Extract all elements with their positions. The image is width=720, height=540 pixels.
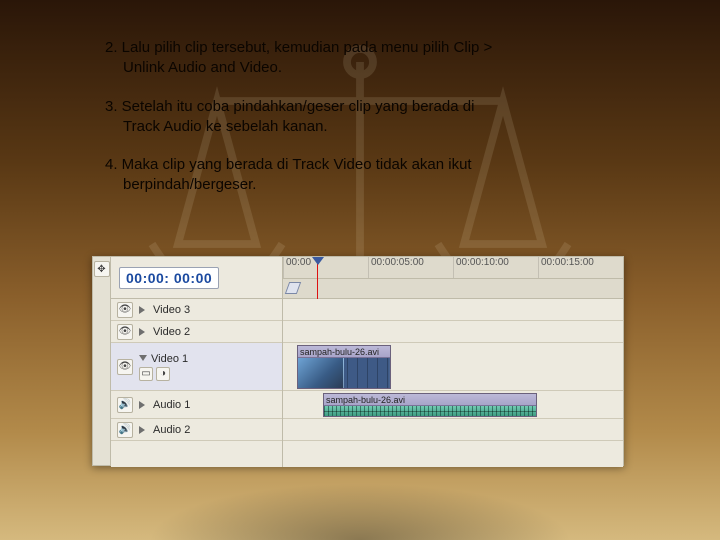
instruction-4b: berpindah/bergeser. <box>105 175 625 195</box>
instruction-text: 2. Lalu pilih clip tersebut, kemudian pa… <box>105 38 625 214</box>
instruction-3: 3. Setelah itu coba pindahkan/geser clip… <box>105 98 474 115</box>
eye-icon[interactable]: 👁 <box>117 302 133 318</box>
track-sub-icon[interactable]: ▭ <box>139 367 153 381</box>
instruction-2b: Unlink Audio and Video. <box>105 58 625 78</box>
expand-icon[interactable] <box>139 328 147 336</box>
track-sub-icon[interactable]: ◑ <box>156 367 170 381</box>
timeline-toolstrip: ✥ <box>93 257 111 465</box>
work-area-marker-icon[interactable] <box>285 282 301 294</box>
track-header-video1[interactable]: 👁 Video 1 ▭ ◑ <box>111 343 282 391</box>
track-lane-video1[interactable]: sampah-bulu-26.avi <box>283 343 623 391</box>
track-label: Audio 1 <box>153 399 190 411</box>
current-timecode[interactable]: 00:00: 00:00 <box>119 267 219 289</box>
track-headers: 👁 Video 3 👁 Video 2 👁 Video 1 <box>111 299 283 467</box>
clip-filename: sampah-bulu-26.avi <box>324 394 536 406</box>
clip-filename: sampah-bulu-26.avi <box>298 346 390 358</box>
waveform <box>324 406 536 416</box>
track-header-video3[interactable]: 👁 Video 3 <box>111 299 282 321</box>
ruler-tick: 00:00:15:00 <box>538 257 623 278</box>
ruler-area[interactable]: 00:00 00:00:05:00 00:00:10:00 00:00:15:0… <box>283 257 623 298</box>
tool-icon[interactable]: ✥ <box>94 261 110 277</box>
expand-icon[interactable] <box>139 401 147 409</box>
expand-icon[interactable] <box>139 306 147 314</box>
speaker-icon[interactable]: 🔊 <box>117 397 133 413</box>
video-clip[interactable]: sampah-bulu-26.avi <box>297 345 391 389</box>
track-lane-audio1[interactable]: sampah-bulu-26.avi <box>283 391 623 419</box>
eye-icon[interactable]: 👁 <box>117 359 133 375</box>
instruction-2: 2. Lalu pilih clip tersebut, kemudian pa… <box>105 39 492 56</box>
track-lane-audio2[interactable] <box>283 419 623 441</box>
track-header-audio1[interactable]: 🔊 Audio 1 <box>111 391 282 419</box>
ruler-tick: 00:00:10:00 <box>453 257 538 278</box>
track-header-video2[interactable]: 👁 Video 2 <box>111 321 282 343</box>
timeline-panel: ✥ 00:00: 00:00 00:00 00:00:05:00 00:00:1… <box>92 256 624 466</box>
audio-clip[interactable]: sampah-bulu-26.avi <box>323 393 537 417</box>
time-ruler[interactable]: 00:00 00:00:05:00 00:00:10:00 00:00:15:0… <box>283 257 623 279</box>
track-label: Video 3 <box>153 304 190 316</box>
collapse-icon[interactable] <box>139 355 147 363</box>
slide: 2. Lalu pilih clip tersebut, kemudian pa… <box>0 0 720 540</box>
timecode-area: 00:00: 00:00 <box>111 257 283 298</box>
track-label: Audio 2 <box>153 424 190 436</box>
track-label: Video 1 <box>151 353 188 365</box>
clip-thumbnail <box>298 358 344 388</box>
ruler-tick: 00:00 <box>283 257 368 278</box>
work-area-bar[interactable] <box>283 279 623 297</box>
instruction-3b: Track Audio ke sebelah kanan. <box>105 117 625 137</box>
track-header-audio2[interactable]: 🔊 Audio 2 <box>111 419 282 441</box>
track-lane-video3[interactable] <box>283 299 623 321</box>
track-label: Video 2 <box>153 326 190 338</box>
eye-icon[interactable]: 👁 <box>117 324 133 340</box>
instruction-4: 4. Maka clip yang berada di Track Video … <box>105 156 472 173</box>
track-content-area[interactable]: sampah-bulu-26.avi sampah-bulu-26.avi <box>283 299 623 467</box>
ruler-tick: 00:00:05:00 <box>368 257 453 278</box>
expand-icon[interactable] <box>139 426 147 434</box>
track-lane-video2[interactable] <box>283 321 623 343</box>
speaker-icon[interactable]: 🔊 <box>117 422 133 438</box>
